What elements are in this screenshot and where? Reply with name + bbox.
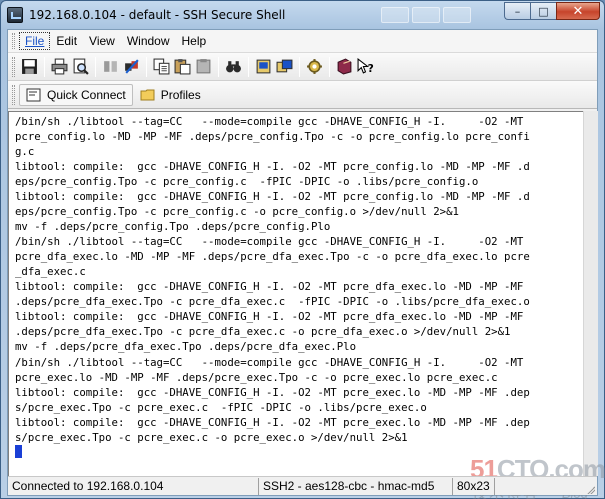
- new-connection-button[interactable]: [121, 56, 142, 77]
- background-window-ghost: [381, 7, 471, 23]
- toolbar-separator: [146, 56, 147, 77]
- terminal-settings-button[interactable]: [253, 56, 274, 77]
- settings-button[interactable]: [304, 56, 325, 77]
- toolbar-grip[interactable]: [12, 56, 15, 77]
- terminal-line: libtool: compile: gcc -DHAVE_CONFIG_H -I…: [15, 415, 530, 429]
- print-preview-icon: [73, 58, 89, 75]
- terminal-line: eps/pcre_config.Tpo -c pcre_config.c -fP…: [15, 175, 479, 189]
- terminal-cursor: [15, 444, 22, 458]
- terminal-prompt-line: [15, 444, 583, 460]
- maximize-button[interactable]: □: [530, 2, 556, 20]
- minimize-button[interactable]: –: [504, 2, 530, 20]
- terminal-line: s/pcre_exec.Tpo -c pcre_exec.c -o pcre_e…: [15, 430, 408, 444]
- menu-file[interactable]: File: [19, 32, 51, 50]
- profiles-button[interactable]: Profiles: [133, 84, 208, 106]
- toolbar-separator: [329, 56, 330, 77]
- menu-window[interactable]: Window: [121, 32, 176, 50]
- terminal-line: libtool: compile: gcc -DHAVE_CONFIG_H -I…: [15, 280, 524, 294]
- menu-bar: File Edit View Window Help: [8, 30, 597, 53]
- save-button[interactable]: [19, 56, 40, 77]
- terminal-line: _dfa_exec.c: [15, 265, 86, 279]
- ssh-client-window: 192.168.0.104 - default - SSH Secure She…: [0, 0, 605, 499]
- paste-button[interactable]: [172, 56, 193, 77]
- connection-status: Connected to 192.168.0.104: [12, 479, 164, 493]
- terminal-output[interactable]: /bin/sh ./libtool --tag=CC --mode=compil…: [8, 111, 583, 476]
- toolbar-separator: [299, 56, 300, 77]
- terminal-line: libtool: compile: gcc -DHAVE_CONFIG_H -I…: [15, 385, 530, 399]
- quick-connect-label: Quick Connect: [47, 87, 126, 102]
- menu-grip[interactable]: [12, 33, 15, 49]
- help-button[interactable]: [334, 56, 355, 77]
- window-title: 192.168.0.104 - default - SSH Secure She…: [29, 7, 286, 22]
- paste-special-button[interactable]: [193, 56, 214, 77]
- profiles-label: Profiles: [160, 87, 201, 102]
- disconnect-button[interactable]: [100, 56, 121, 77]
- context-help-button[interactable]: ?: [355, 56, 376, 77]
- sftp-icon: [276, 59, 293, 73]
- find-icon: [226, 61, 241, 73]
- save-icon: [22, 59, 37, 74]
- find-button[interactable]: [223, 56, 244, 77]
- profiles-bar: Quick Connect Profiles: [8, 81, 597, 109]
- sftp-button[interactable]: [274, 56, 295, 77]
- title-bar[interactable]: 192.168.0.104 - default - SSH Secure She…: [1, 1, 604, 28]
- terminal-line: libtool: compile: gcc -DHAVE_CONFIG_H -I…: [15, 310, 524, 324]
- status-bar: Connected to 192.168.0.104 SSH2 - aes128…: [8, 476, 597, 495]
- print-preview-button[interactable]: [70, 56, 91, 77]
- ssh-app-icon: [7, 6, 23, 23]
- terminal-line: pcre_exec.lo -MD -MP -MF .deps/pcre_exec…: [15, 370, 498, 384]
- encryption-status: SSH2 - aes128-cbc - hmac-md5: [258, 477, 452, 495]
- terminal-scrollbar[interactable]: [583, 111, 598, 476]
- paste-special-icon: [196, 59, 211, 74]
- terminal-settings-icon: [256, 59, 271, 74]
- settings-icon: [307, 59, 322, 74]
- toolbar-separator: [95, 56, 96, 77]
- terminal-line: pcre_config.lo -MD -MP -MF .deps/pcre_co…: [15, 130, 530, 144]
- terminal-line: g.c: [15, 145, 35, 159]
- menu-view[interactable]: View: [83, 32, 121, 50]
- folder-icon: [140, 89, 155, 100]
- client-area: File Edit View Window Help ? Quick Conne…: [7, 29, 605, 499]
- terminal-line: /bin/sh ./libtool --tag=CC --mode=compil…: [15, 355, 524, 369]
- resize-grip[interactable]: [494, 477, 597, 495]
- new-connection-icon: [125, 59, 139, 74]
- profiles-bar-grip[interactable]: [12, 84, 15, 105]
- paste-icon: [174, 59, 191, 75]
- toolbar: ?: [8, 53, 597, 81]
- toolbar-separator: [44, 56, 45, 77]
- terminal-line: /bin/sh ./libtool --tag=CC --mode=compil…: [15, 235, 524, 249]
- print-button[interactable]: [49, 56, 70, 77]
- terminal-line: .deps/pcre_dfa_exec.Tpo -c pcre_dfa_exec…: [15, 295, 530, 309]
- quick-connect-icon: [26, 88, 41, 101]
- copy-icon: [153, 58, 170, 75]
- svg-text:?: ?: [368, 62, 374, 75]
- disconnect-icon: [104, 61, 117, 72]
- context-help-icon: ?: [357, 58, 374, 75]
- caption-buttons: – □ ✕: [504, 2, 600, 20]
- terminal-size: 80x23: [452, 477, 494, 495]
- menu-file-label: File: [25, 34, 45, 48]
- help-icon: [337, 58, 352, 75]
- terminal-line: pcre_dfa_exec.lo -MD -MP -MF .deps/pcre_…: [15, 250, 530, 264]
- toolbar-separator: [218, 56, 219, 77]
- terminal-line: s/pcre_exec.Tpo -c pcre_exec.c -fPIC -DP…: [15, 400, 427, 414]
- menu-help[interactable]: Help: [176, 32, 213, 50]
- terminal-line: mv -f .deps/pcre_dfa_exec.Tpo .deps/pcre…: [15, 340, 357, 354]
- terminal-line: mv -f .deps/pcre_config.Tpo .deps/pcre_c…: [15, 220, 331, 234]
- terminal-line: .deps/pcre_dfa_exec.Tpo -c pcre_dfa_exec…: [15, 325, 511, 339]
- quick-connect-button[interactable]: Quick Connect: [19, 83, 133, 106]
- toolbar-separator: [248, 56, 249, 77]
- terminal-line: /bin/sh ./libtool --tag=CC --mode=compil…: [15, 115, 524, 128]
- close-button[interactable]: ✕: [556, 2, 600, 20]
- menu-edit[interactable]: Edit: [50, 32, 83, 50]
- terminal-line: libtool: compile: gcc -DHAVE_CONFIG_H -I…: [15, 190, 530, 204]
- print-icon: [51, 58, 68, 75]
- terminal-line: eps/pcre_config.Tpo -c pcre_config.c -o …: [15, 205, 459, 219]
- copy-button[interactable]: [151, 56, 172, 77]
- terminal-line: libtool: compile: gcc -DHAVE_CONFIG_H -I…: [15, 160, 530, 174]
